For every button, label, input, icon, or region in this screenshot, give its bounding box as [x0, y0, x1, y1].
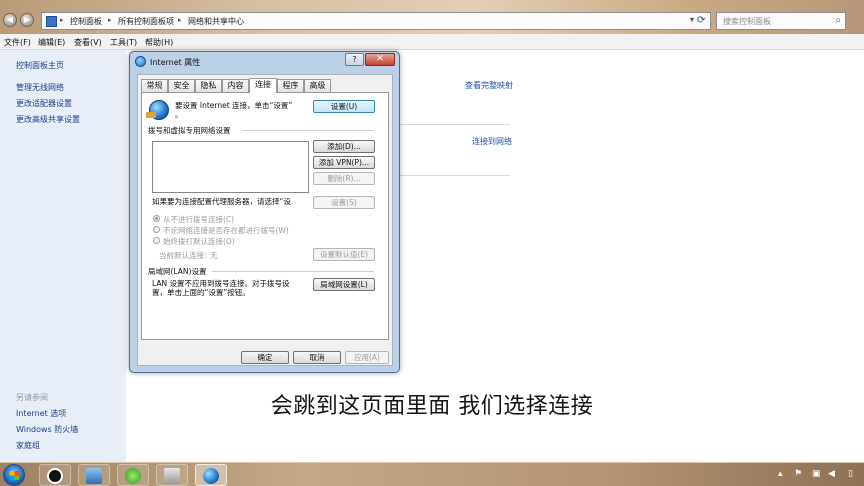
back-button[interactable]: ◀ — [3, 13, 17, 27]
network-icon — [164, 468, 180, 484]
dialog-body: 常规 安全 隐私 内容 连接 程序 高级 要设置 Internet 连接，单击“… — [137, 74, 393, 366]
control-panel-icon — [46, 16, 57, 27]
connect-to-network-link[interactable]: 连接到网络 — [472, 136, 512, 147]
dialup-section-label: 拨号和虚拟专用网络设置 — [148, 126, 231, 135]
breadcrumb-arrow-icon[interactable]: ▸ — [108, 16, 112, 24]
menu-file[interactable]: 文件(F) — [4, 37, 31, 48]
tab-security[interactable]: 安全 — [168, 79, 195, 92]
radio-never-dial-label: 从不进行拨号连接(C) — [163, 215, 235, 224]
tab-privacy[interactable]: 隐私 — [195, 79, 222, 92]
tab-connections[interactable]: 连接 — [249, 78, 277, 93]
internet-globe-icon — [203, 468, 219, 484]
lan-section-label: 局域网(LAN)设置 — [148, 267, 207, 276]
address-dropdown-icon[interactable]: ▾ — [690, 15, 694, 24]
search-icon[interactable]: ⌕ — [835, 15, 841, 26]
setup-button[interactable]: 设置(U) — [313, 100, 375, 113]
show-desktop-icon[interactable]: ▯ — [848, 469, 853, 479]
setup-text-end: 。 — [175, 110, 183, 119]
menu-view[interactable]: 查看(V) — [74, 37, 102, 48]
breadcrumb-arrow-icon[interactable]: ▸ — [178, 16, 182, 24]
internet-globe-icon — [146, 100, 169, 120]
taskbar-explorer[interactable] — [78, 464, 110, 486]
connections-listbox[interactable] — [152, 141, 309, 193]
lan-settings-button[interactable]: 局域网设置(L) — [313, 278, 375, 291]
current-default-label: 当前默认连接： — [159, 251, 212, 260]
set-default-button[interactable]: 设置默认值(E) — [313, 248, 375, 261]
remove-button[interactable]: 删除(R)... — [313, 172, 375, 185]
proxy-text: 如果要为连接配置代理服务器，请选择“设 — [152, 197, 291, 206]
sync-icon — [125, 468, 141, 484]
explorer-titlebar: ◀ ▶ ▸ 控制面板 ▸ 所有控制面板项 ▸ 网络和共享中心 ▾ ⟳ 搜索控制面… — [0, 0, 864, 34]
help-button[interactable]: ? — [345, 53, 364, 66]
forward-button[interactable]: ▶ — [20, 13, 34, 27]
record-icon — [47, 468, 63, 484]
cancel-button[interactable]: 取消 — [293, 351, 341, 364]
close-button[interactable]: ✕ — [365, 53, 395, 66]
breadcrumb-network-center[interactable]: 网络和共享中心 — [188, 16, 244, 27]
internet-globe-icon — [135, 56, 146, 67]
volume-icon[interactable]: ◀ — [828, 469, 835, 479]
connections-panel: 要设置 Internet 连接，单击“设置” 。 设置(U) 拨号和虚拟专用网络… — [141, 92, 389, 340]
address-bar[interactable]: ▸ 控制面板 ▸ 所有控制面板项 ▸ 网络和共享中心 ▾ — [41, 12, 711, 30]
video-caption: 会跳到这页面里面 我们选择连接 — [270, 394, 594, 419]
lan-text-2: 置，单击上面的“设置”按钮。 — [152, 288, 250, 297]
refresh-icon[interactable]: ⟳ — [697, 15, 709, 27]
dialog-titlebar[interactable]: Internet 属性 ? ✕ — [130, 52, 399, 72]
divider — [400, 175, 510, 176]
tab-advanced[interactable]: 高级 — [304, 79, 331, 92]
add-vpn-button[interactable]: 添加 VPN(P)... — [313, 156, 375, 169]
taskbar-internet-options[interactable] — [195, 464, 227, 486]
flag-icon[interactable]: ⚑ — [794, 469, 802, 479]
add-button[interactable]: 添加(D)... — [313, 140, 375, 153]
divider — [400, 124, 510, 125]
tab-content[interactable]: 内容 — [222, 79, 249, 92]
search-input[interactable]: 搜索控制面板 — [723, 16, 771, 27]
breadcrumb-control-panel[interactable]: 控制面板 — [70, 16, 102, 27]
section-divider — [242, 130, 374, 131]
radio-dial-whenever-label: 不论网络连接是否存在都进行拨号(W) — [163, 226, 289, 235]
taskbar-recorder[interactable] — [39, 464, 71, 486]
menu-edit[interactable]: 编辑(E) — [38, 37, 65, 48]
tray-chevron-icon[interactable]: ▴ — [778, 469, 783, 479]
section-divider — [212, 271, 374, 272]
folder-icon — [86, 468, 102, 484]
start-button[interactable] — [3, 464, 25, 486]
radio-always-dial-label: 始终拨打默认连接(O) — [163, 237, 235, 246]
radio-always-dial[interactable] — [153, 237, 160, 244]
tab-programs[interactable]: 程序 — [277, 79, 304, 92]
dialog-title: Internet 属性 — [150, 58, 201, 67]
taskbar: ▴ ⚑ ▣ ◀ ▯ — [0, 462, 864, 486]
connection-settings-button[interactable]: 设置(S) — [313, 196, 375, 209]
taskbar-update[interactable] — [117, 464, 149, 486]
see-also-firewall[interactable]: Windows 防火墙 — [16, 424, 78, 435]
sidebar-item-wireless[interactable]: 管理无线网络 — [16, 82, 64, 93]
setup-text: 要设置 Internet 连接，单击“设置” — [175, 101, 293, 110]
breadcrumb-all-items[interactable]: 所有控制面板项 — [118, 16, 174, 27]
menu-tools[interactable]: 工具(T) — [110, 37, 137, 48]
taskbar-network[interactable] — [156, 464, 188, 486]
radio-dial-whenever[interactable] — [153, 226, 160, 233]
breadcrumb-arrow-icon[interactable]: ▸ — [60, 16, 64, 24]
search-box[interactable]: 搜索控制面板 ⌕ — [716, 12, 846, 30]
current-default-value: 无 — [210, 251, 218, 260]
sidebar-home-link[interactable]: 控制面板主页 — [16, 60, 64, 71]
radio-never-dial[interactable] — [153, 215, 160, 222]
menu-help[interactable]: 帮助(H) — [145, 37, 173, 48]
sidebar-item-sharing[interactable]: 更改高级共享设置 — [16, 114, 80, 125]
view-full-map-link[interactable]: 查看完整映射 — [465, 80, 513, 91]
tab-general[interactable]: 常规 — [141, 79, 168, 92]
internet-properties-dialog: Internet 属性 ? ✕ 常规 安全 隐私 内容 连接 程序 高级 要设置… — [129, 51, 400, 373]
ok-button[interactable]: 确定 — [241, 351, 289, 364]
sidebar-item-adapter[interactable]: 更改适配器设置 — [16, 98, 72, 109]
network-tray-icon[interactable]: ▣ — [812, 469, 821, 479]
apply-button[interactable]: 应用(A) — [345, 351, 389, 364]
see-also-homegroup[interactable]: 家庭组 — [16, 440, 40, 451]
menu-bar: 文件(F) 编辑(E) 查看(V) 工具(T) 帮助(H) — [0, 34, 864, 50]
